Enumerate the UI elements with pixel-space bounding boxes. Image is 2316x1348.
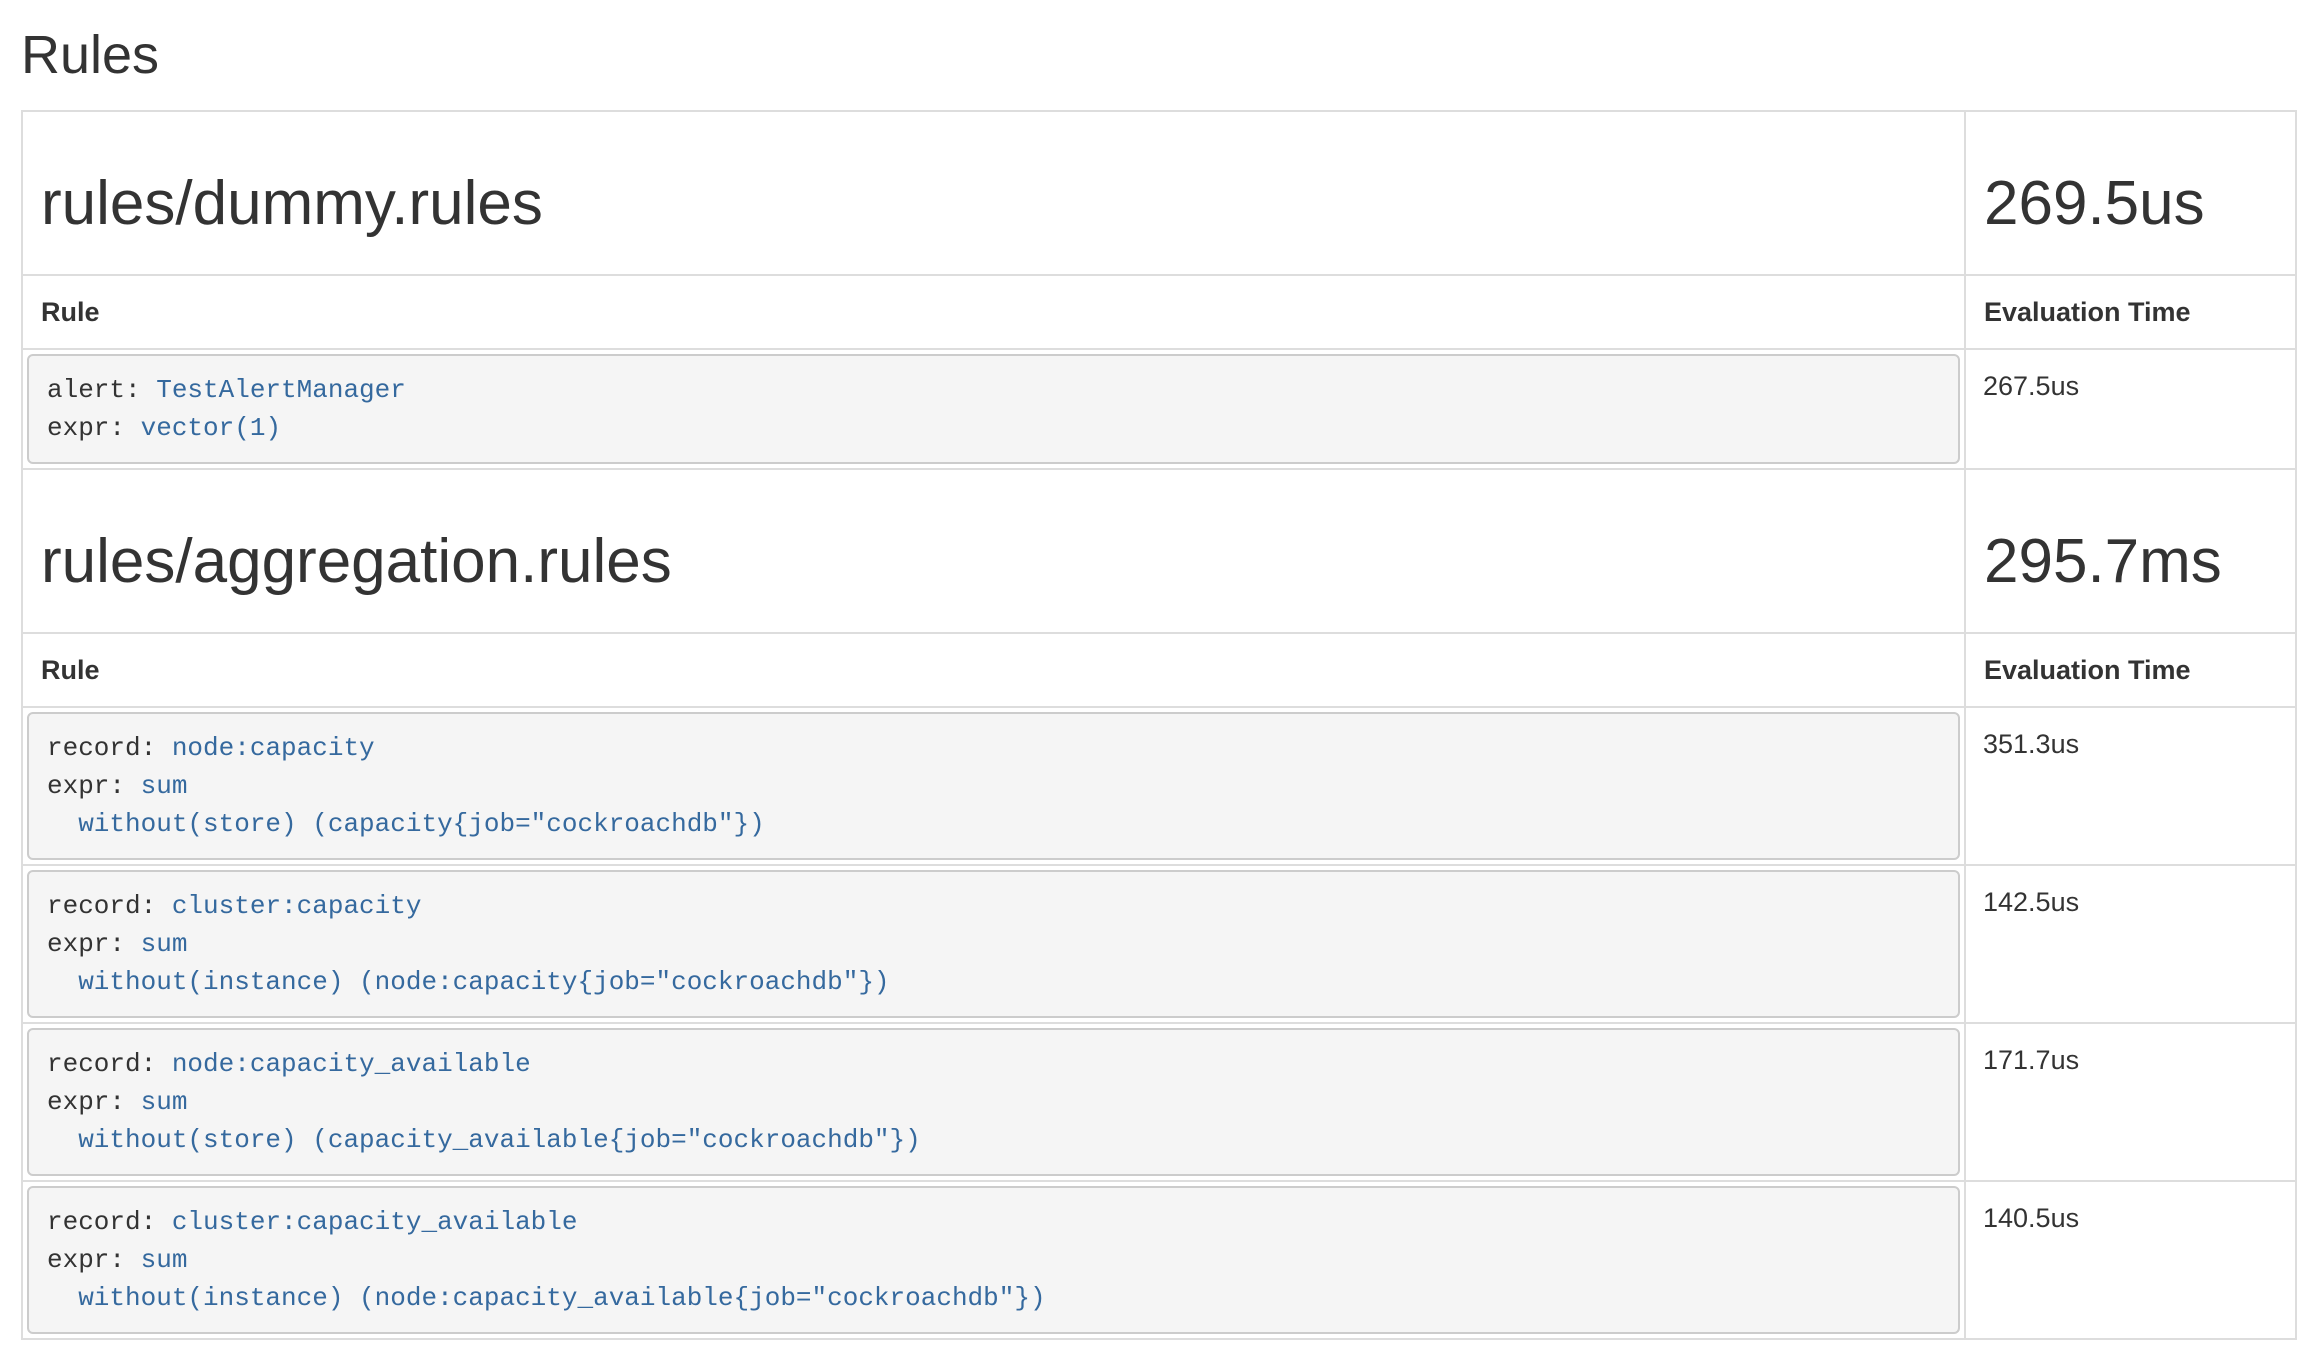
rule-cell: alert: TestAlertManager expr: vector(1) xyxy=(22,349,1965,469)
rules-table: rules/dummy.rules 269.5us Rule Evaluatio… xyxy=(21,110,2297,1340)
rule-code-block: record: cluster:capacity expr: sum witho… xyxy=(27,870,1960,1018)
rule-row: alert: TestAlertManager expr: vector(1) … xyxy=(22,349,2296,469)
rule-code-block: record: cluster:capacity_available expr:… xyxy=(27,1186,1960,1334)
rule-group: rules/aggregation.rules 295.7ms Rule Eva… xyxy=(22,469,2296,1339)
rule-eval-time: 351.3us xyxy=(1965,707,2296,865)
rule-column-header: Rule xyxy=(22,633,1965,707)
rule-expr-link[interactable]: cluster:capacity_available xyxy=(172,1207,578,1237)
rule-expr-link[interactable]: TestAlertManager xyxy=(156,375,406,405)
rule-expr-link[interactable]: node:capacity xyxy=(172,733,375,763)
group-heading-row: rules/aggregation.rules 295.7ms xyxy=(22,469,2296,633)
rule-row: record: node:capacity expr: sum without(… xyxy=(22,707,2296,865)
rule-expr-link[interactable]: sum xyxy=(141,929,188,959)
rule-row: record: cluster:capacity_available expr:… xyxy=(22,1181,2296,1339)
rule-expr-link[interactable]: without(instance) (node:capacity_availab… xyxy=(47,1283,1046,1313)
page-title: Rules xyxy=(21,26,2295,85)
columns-header-row: Rule Evaluation Time xyxy=(22,275,2296,349)
rule-row: record: cluster:capacity expr: sum witho… xyxy=(22,865,2296,1023)
rule-group: rules/dummy.rules 269.5us Rule Evaluatio… xyxy=(22,111,2296,469)
group-heading-row: rules/dummy.rules 269.5us xyxy=(22,111,2296,275)
rule-eval-time: 140.5us xyxy=(1965,1181,2296,1339)
rule-expr-link[interactable]: cluster:capacity xyxy=(172,891,422,921)
rule-code-block: record: node:capacity expr: sum without(… xyxy=(27,712,1960,860)
eval-time-column-header: Evaluation Time xyxy=(1965,633,2296,707)
rule-cell: record: cluster:capacity_available expr:… xyxy=(22,1181,1965,1339)
rule-expr-link[interactable]: node:capacity_available xyxy=(172,1049,531,1079)
columns-header-row: Rule Evaluation Time xyxy=(22,633,2296,707)
rules-page: Rules rules/dummy.rules 269.5us Rule Eva… xyxy=(0,26,2316,1340)
rule-eval-time: 267.5us xyxy=(1965,349,2296,469)
rule-eval-time: 171.7us xyxy=(1965,1023,2296,1181)
rule-cell: record: node:capacity_available expr: su… xyxy=(22,1023,1965,1181)
group-eval-time: 295.7ms xyxy=(1984,528,2277,596)
rule-expr-link[interactable]: sum xyxy=(141,1087,188,1117)
rule-column-header: Rule xyxy=(22,275,1965,349)
group-eval-time: 269.5us xyxy=(1984,170,2277,238)
rule-eval-time: 142.5us xyxy=(1965,865,2296,1023)
rule-expr-link[interactable]: sum xyxy=(141,1245,188,1275)
rule-row: record: node:capacity_available expr: su… xyxy=(22,1023,2296,1181)
group-file-heading: rules/aggregation.rules xyxy=(41,528,1946,596)
rule-expr-link[interactable]: sum xyxy=(141,771,188,801)
rule-code-block: alert: TestAlertManager expr: vector(1) xyxy=(27,354,1960,464)
rule-cell: record: cluster:capacity expr: sum witho… xyxy=(22,865,1965,1023)
rule-cell: record: node:capacity expr: sum without(… xyxy=(22,707,1965,865)
rule-code-block: record: node:capacity_available expr: su… xyxy=(27,1028,1960,1176)
rule-expr-link[interactable]: vector(1) xyxy=(141,413,281,443)
rule-expr-link[interactable]: without(store) (capacity_available{job="… xyxy=(47,1125,921,1155)
rule-expr-link[interactable]: without(store) (capacity{job="cockroachd… xyxy=(47,809,765,839)
eval-time-column-header: Evaluation Time xyxy=(1965,275,2296,349)
group-file-heading: rules/dummy.rules xyxy=(41,170,1946,238)
rule-expr-link[interactable]: without(instance) (node:capacity{job="co… xyxy=(47,967,890,997)
